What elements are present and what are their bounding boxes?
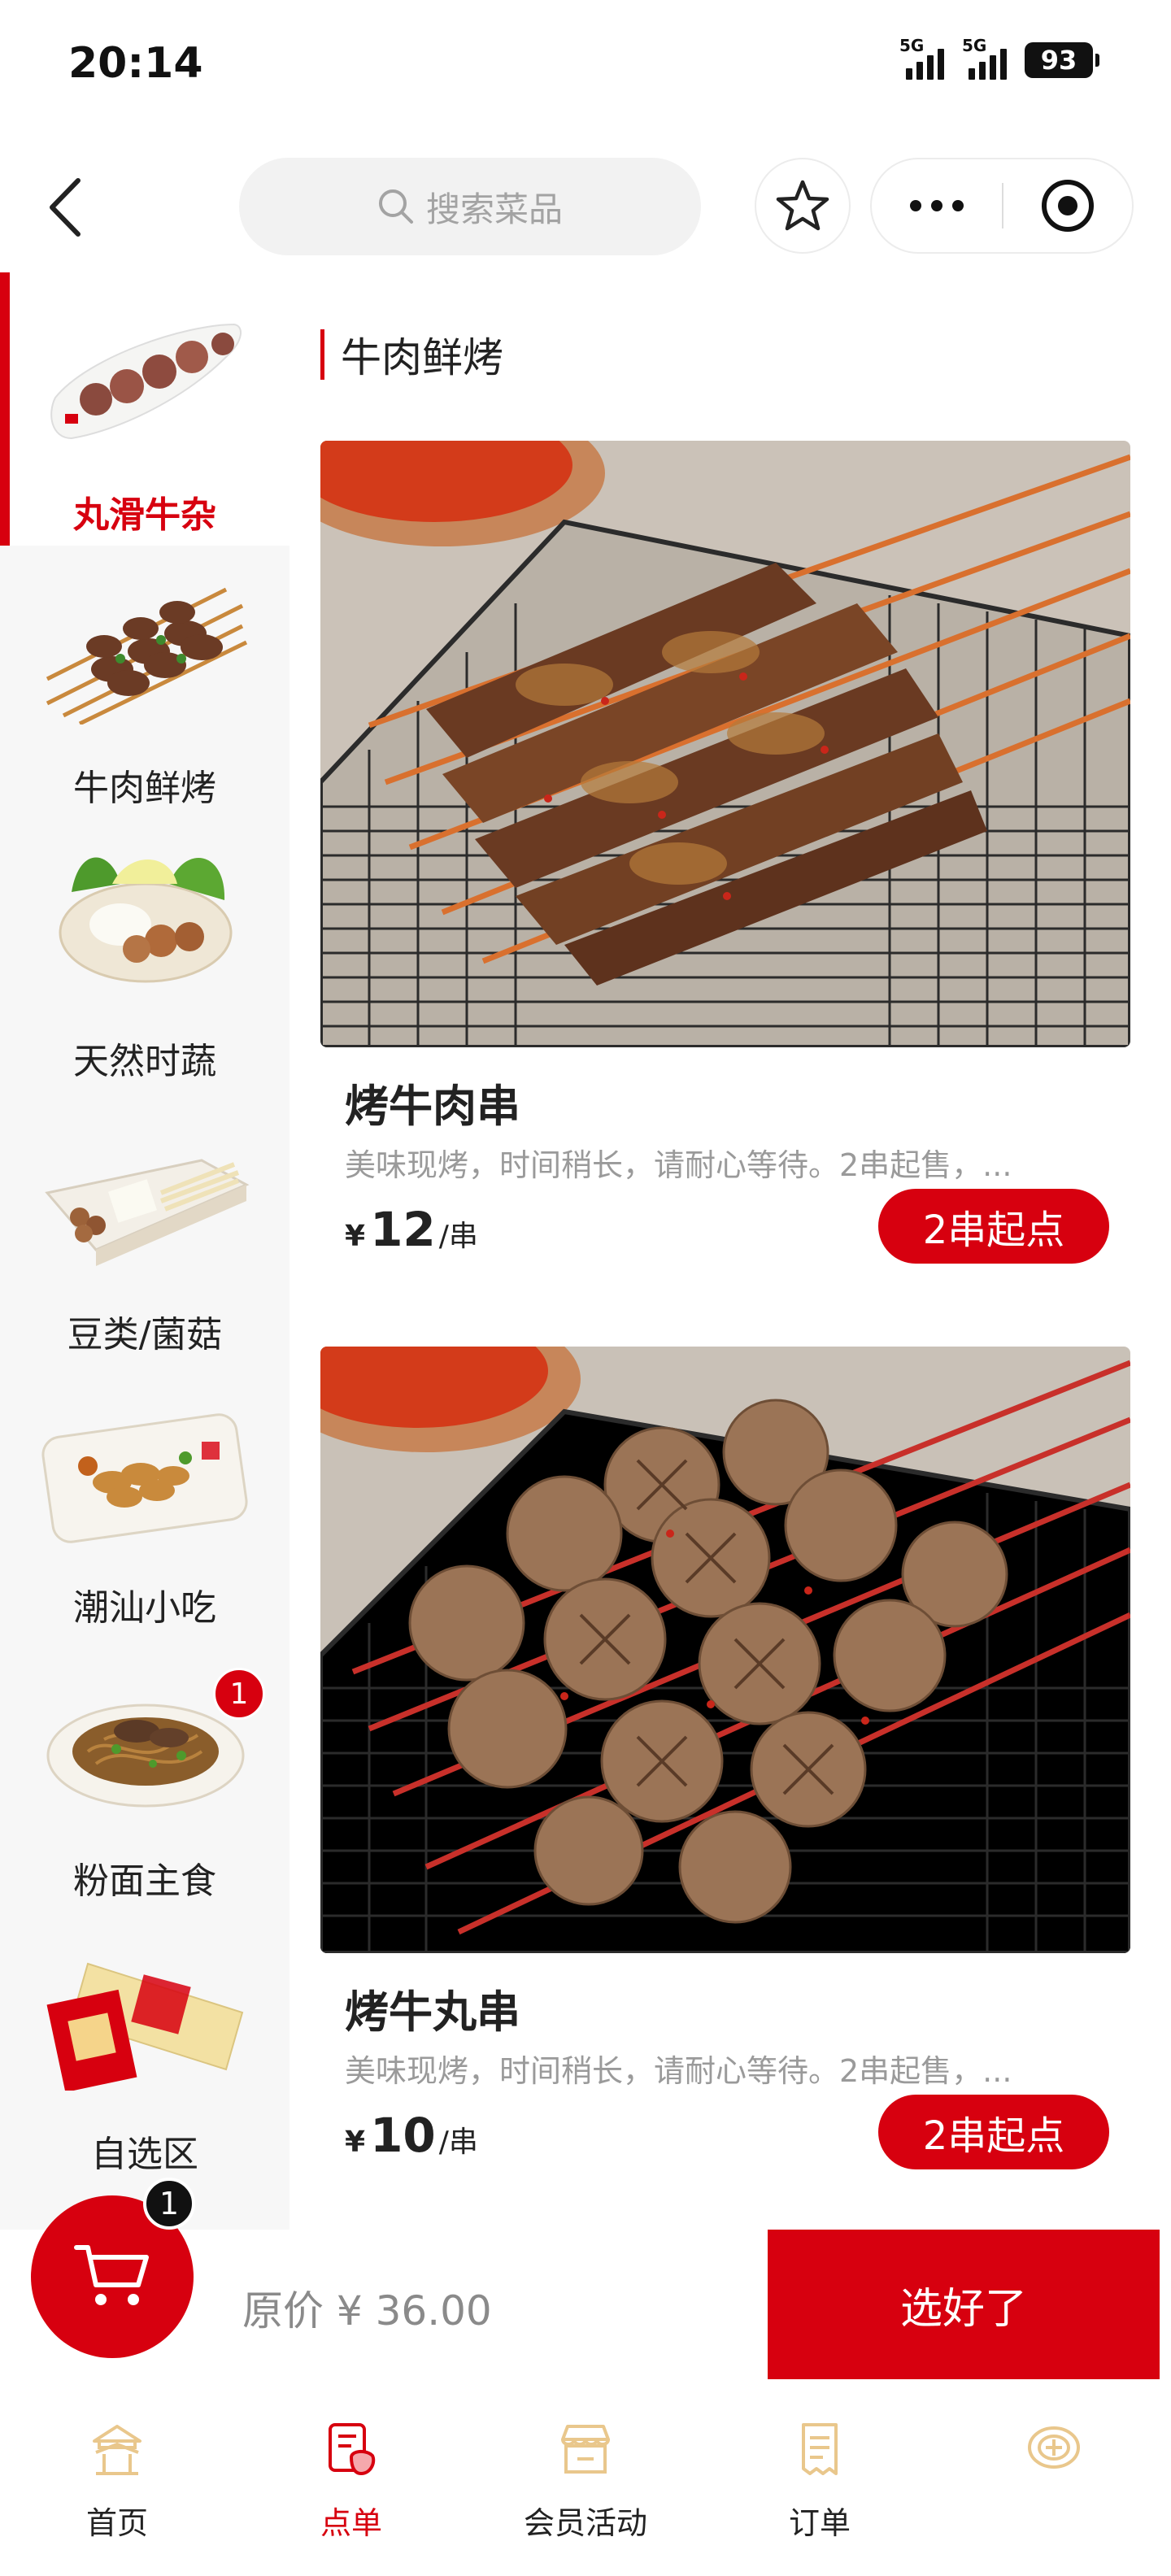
star-icon [776,180,829,231]
price-unit: /串 [438,2126,478,2159]
condiment-packets-image [46,1962,244,2091]
signal-icon-2: 5G [962,36,1007,80]
tab-label: 点单 [320,2505,382,2541]
product-price: ¥ 10 /串 [345,2108,478,2163]
price-currency: ¥ [345,2126,366,2159]
product-description: 美味现烤，时间稍长，请耐心等待。2串起售，... [345,1147,1012,1183]
miniapp-capsule [870,158,1134,254]
brand-logo-icon [1021,2417,1086,2482]
beef-ball-plate-image [50,323,242,440]
top-header: 搜索菜品 [0,146,1171,268]
mushroom-tofu-tray-image [45,1159,250,1266]
search-placeholder: 搜索菜品 [425,189,563,229]
more-button[interactable] [872,159,1002,252]
sidebar-item-chaoshan-xiaochi[interactable]: 潮汕小吃 [0,1365,289,1638]
tab-home[interactable]: 首页 [0,2400,234,2563]
tab-order[interactable]: 点单 [234,2400,468,2563]
sidebar-item-fenmian-zhushi[interactable]: 1 粉面主食 [0,1638,289,1912]
tab-orders[interactable]: 订单 [703,2400,937,2563]
section-accent-bar [320,329,324,380]
product-card[interactable]: 烤牛肉串 美味现烤，时间稍长，请耐心等待。2串起售，... ¥ 12 /串 2串… [320,441,1130,1270]
signal-label: 5G [962,36,987,55]
home-pavilion-icon [85,2417,150,2482]
signal-label: 5G [899,36,925,55]
cart-bar: 1 原价 ¥ 36.00 选好了 [0,2178,1171,2384]
product-price: ¥ 12 /串 [345,1202,478,1257]
status-bar: 20:14 5G 5G 93 [0,0,1171,122]
sidebar-item-label: 潮汕小吃 [73,1587,216,1629]
sidebar-item-doulei-jungu[interactable]: 豆类/菌菇 [0,1092,289,1365]
shop-icon [553,2417,618,2482]
sidebar-item-label: 天然时蔬 [73,1041,216,1082]
min-order-button[interactable]: 2串起点 [878,1189,1109,1264]
section-title: 牛肉鲜烤 [341,334,503,381]
tab-label: 首页 [85,2505,148,2541]
price-unit: /串 [438,1220,478,1253]
cart-icon [74,2245,149,2305]
sidebar-item-label: 粉面主食 [73,1860,216,1902]
category-sidebar: 丸滑牛杂 牛肉鲜烤 天然时蔬 豆类/菌菇 潮汕小吃 1 粉面主食 自选区 [0,272,289,2248]
battery-icon: 93 [1025,42,1099,78]
beef-skewer-image [46,587,248,724]
sidebar-item-label: 丸滑牛杂 [73,494,216,536]
snack-plate-image [41,1413,248,1543]
tab-label: 订单 [788,2505,851,2541]
product-name: 烤牛丸串 [345,1986,520,2038]
back-button[interactable] [33,171,98,244]
order-menu-icon [319,2417,384,2482]
price-value: 10 [370,2108,436,2163]
sidebar-item-zixuanqu[interactable]: 自选区 [0,1912,289,2185]
target-icon [1042,180,1094,232]
search-icon [378,189,413,224]
cart-original-price: 原价 ¥ 36.00 [242,2287,492,2334]
search-input[interactable]: 搜索菜品 [239,158,701,255]
sidebar-item-niurou-xiankao[interactable]: 牛肉鲜烤 [0,546,289,819]
cart-count-badge: 1 [143,2178,195,2230]
price-value: 12 [370,1202,436,1257]
signal-icon: 5G [899,36,944,80]
product-name: 烤牛肉串 [345,1081,520,1132]
chevron-left-icon [50,178,81,237]
sidebar-item-badge: 1 [213,1668,265,1720]
bottom-tab-bar: 首页 点单 会员活动 订单 [0,2400,1171,2576]
tab-member-activities[interactable]: 会员活动 [468,2400,703,2563]
status-time: 20:14 [68,39,203,88]
receipt-icon [787,2417,852,2482]
sidebar-item-wanhua-niuza[interactable]: 丸滑牛杂 [0,272,289,546]
price-currency: ¥ [345,1220,366,1253]
beef-ball-skewers-photo [320,1347,1130,1953]
product-description: 美味现烤，时间稍长，请耐心等待。2串起售，... [345,2053,1012,2089]
sidebar-item-tianran-shishu[interactable]: 天然时蔬 [0,819,289,1092]
checkout-button[interactable]: 选好了 [768,2230,1160,2379]
beef-skewers-photo [320,441,1130,1047]
min-order-button[interactable]: 2串起点 [878,2095,1109,2169]
section-heading: 牛肉鲜烤 [320,329,503,381]
status-icons: 5G 5G 93 [899,36,1099,80]
sidebar-item-label: 豆类/菌菇 [67,1314,223,1355]
close-miniapp-button[interactable] [1003,159,1132,252]
product-card[interactable]: 烤牛丸串 美味现烤，时间稍长，请耐心等待。2串起售，... ¥ 10 /串 2串… [320,1347,1130,2176]
sidebar-item-label: 牛肉鲜烤 [73,768,216,809]
tab-label: 会员活动 [523,2505,647,2541]
favorite-button[interactable] [755,158,851,254]
vegetable-bowl-image [59,857,233,983]
more-dots-icon [910,200,921,211]
sidebar-item-label: 自选区 [91,2134,198,2175]
tab-brand[interactable] [937,2400,1171,2563]
